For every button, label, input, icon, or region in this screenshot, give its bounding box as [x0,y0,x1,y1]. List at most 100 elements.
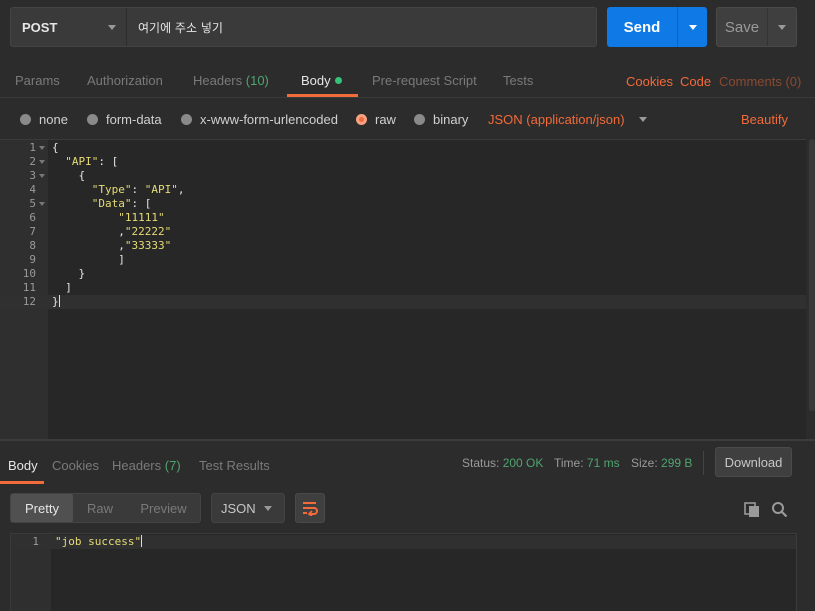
tab-tests[interactable]: Tests [503,73,533,88]
radio-circle [181,114,192,125]
radio-circle [414,114,425,125]
active-tab-indicator [287,94,358,97]
response-text-value: "job success" [55,535,142,548]
radio-circle [87,114,98,125]
fold-toggle-icon[interactable] [39,160,45,164]
chevron-down-icon [108,24,116,30]
line-number: 9 [29,253,36,266]
editor-line: 6 "11111" [0,211,806,225]
size-readout: Size: 299 B [631,456,692,470]
size-label: Size: [631,456,658,470]
save-button[interactable]: Save [717,8,767,46]
code-link[interactable]: Code [680,74,711,89]
tab-prerequest-script[interactable]: Pre-request Script [372,73,477,88]
code-text: } [52,267,86,280]
tab-body[interactable]: Body [301,73,342,88]
chevron-down-icon [778,24,786,30]
editor-line: 9 ] [0,253,806,267]
code-text: "API": [ [65,155,119,168]
string-token: "11111" [118,211,165,224]
editor-line: 8 ,"33333" [0,239,806,253]
response-format-select[interactable]: JSON [211,493,285,523]
string-token: "Type" [91,183,132,196]
string-token: "22222" [124,225,172,238]
line-number: 12 [22,295,36,308]
editor-scrollbar-thumb[interactable] [809,139,815,411]
radio-form-data-label: form-data [106,112,162,127]
line-number: 8 [29,239,36,252]
tab-response-cookies[interactable]: Cookies [52,458,99,473]
radio-binary-label: binary [433,112,469,127]
copy-icon[interactable] [744,502,760,518]
response-body-viewer[interactable]: 1 "job success" [10,533,797,611]
editor-line: 2 "API": [ [0,155,806,169]
radio-raw-label: raw [375,112,396,127]
radio-none[interactable]: none [20,112,68,127]
send-options-button[interactable] [677,7,707,47]
response-format-label: JSON [221,500,256,516]
radio-urlencoded[interactable]: x-www-form-urlencoded [181,112,338,127]
content-type-select[interactable]: JSON (application/json) [488,112,647,127]
method-select[interactable]: POST [11,8,127,46]
method-label: POST [22,19,58,35]
status-readout: Status: 200 OK [462,456,543,470]
url-input[interactable] [127,8,596,46]
time-label: Time: [554,456,584,470]
tab-authorization[interactable]: Authorization [87,73,163,88]
fold-toggle-icon[interactable] [39,146,45,150]
radio-form-data[interactable]: form-data [87,112,162,127]
wrap-lines-icon [303,502,318,516]
tab-response-headers-label: Headers [112,458,162,473]
code-text: ] [52,281,72,294]
radio-urlencoded-label: x-www-form-urlencoded [200,112,338,127]
save-options-button[interactable] [767,8,796,46]
tab-test-results[interactable]: Test Results [199,458,270,473]
request-bar: POST [10,7,597,47]
view-preview-button[interactable]: Preview [127,494,200,522]
fold-toggle-icon[interactable] [39,174,45,178]
download-button[interactable]: Download [715,447,792,477]
chevron-down-icon [264,505,272,511]
chevron-down-icon [638,117,647,122]
response-line: 1 "job success" [11,535,796,549]
tab-headers[interactable]: Headers (10) [193,73,269,88]
cookies-link[interactable]: Cookies [626,74,673,89]
request-body-editor[interactable]: 1{2 "API": [3 {4 "Type": "API", 5 "Data":… [0,139,806,439]
editor-line: 1{ [0,141,806,155]
code-text: ] [52,253,125,266]
radio-raw[interactable]: raw [356,112,396,127]
body-indicator-dot [334,77,342,84]
code-text: ,"22222" [52,225,172,238]
text-cursor [58,295,60,307]
view-raw-button[interactable]: Raw [73,494,127,522]
time-readout: Time: 71 ms [554,456,620,470]
line-number: 6 [29,211,36,224]
beautify-link[interactable]: Beautify [741,112,788,127]
response-text: "job success" [55,535,143,549]
radio-circle-selected [356,114,367,125]
wrap-lines-button[interactable] [295,493,325,523]
tab-params[interactable]: Params [15,73,60,88]
search-icon[interactable] [771,501,788,518]
tab-response-body[interactable]: Body [8,458,38,473]
content-type-label: JSON (application/json) [488,112,625,127]
size-value: 299 B [661,456,693,470]
line-number: 5 [29,197,36,210]
line-number: 1 [29,141,36,154]
response-tabs: Body Cookies Headers (7) Test Results St… [0,441,815,485]
radio-circle [20,114,31,125]
tab-response-headers[interactable]: Headers (7) [112,458,181,473]
view-pretty-button[interactable]: Pretty [11,494,73,522]
fold-toggle-icon[interactable] [39,202,45,206]
request-tabs: Params Authorization Headers (10) Body P… [0,58,815,98]
status-label: Status: [462,456,500,470]
string-token: "API" [65,155,99,168]
send-button[interactable]: Send [607,7,677,47]
comments-link[interactable]: Comments (0) [719,74,801,89]
chevron-down-icon [688,24,697,30]
string-token: "API" [144,183,178,196]
radio-binary[interactable]: binary [414,112,468,127]
response-toolbar: Pretty Raw Preview JSON [0,486,815,532]
time-value: 71 ms [586,456,620,470]
tab-body-label: Body [301,73,331,88]
